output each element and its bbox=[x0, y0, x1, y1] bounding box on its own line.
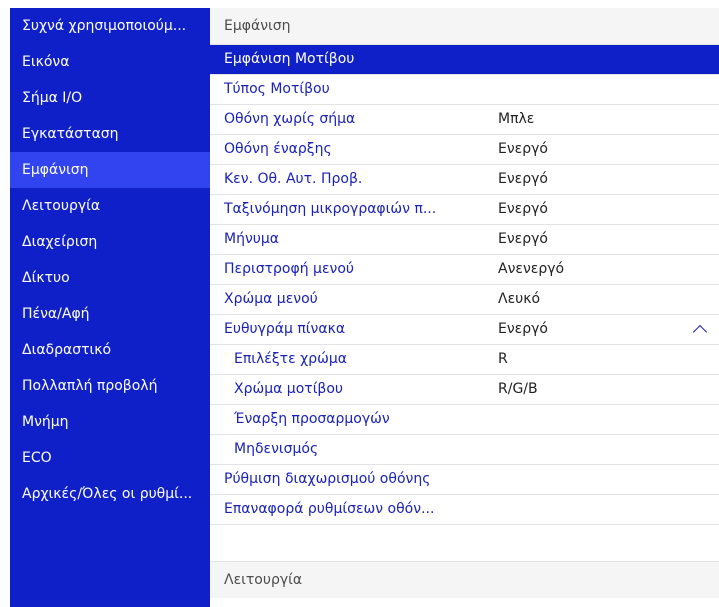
sidebar-item-pen-touch[interactable]: Πένα/Αφή bbox=[10, 296, 210, 332]
row-value: Ανενεργό bbox=[498, 261, 565, 277]
sidebar-item-interactive[interactable]: Διαδραστικό bbox=[10, 332, 210, 368]
sidebar-item-installation[interactable]: Εγκατάσταση bbox=[10, 116, 210, 152]
row-label: Μήνυμα bbox=[224, 231, 280, 247]
row-value: Ενεργό bbox=[498, 201, 548, 217]
row-value: Ενεργό bbox=[498, 141, 548, 157]
row-label: Οθόνη έναρξης bbox=[224, 141, 332, 157]
sidebar-item-operation[interactable]: Λειτουργία bbox=[10, 188, 210, 224]
row-value: Λευκό bbox=[498, 291, 541, 307]
row-value: R bbox=[498, 351, 508, 367]
row-value: R/G/B bbox=[498, 381, 538, 397]
row-reset[interactable]: Μηδενισμός bbox=[210, 435, 719, 465]
sidebar-item-frequently-used[interactable]: Συχνά χρησιμοποιούμ... bbox=[10, 8, 210, 44]
row-label: Περιστροφή μενού bbox=[224, 261, 354, 277]
row-thumbnail-sort[interactable]: Ταξινόμηση μικρογραφιών π... Ενεργό bbox=[210, 195, 719, 225]
sidebar-item-multi-projection[interactable]: Πολλαπλή προβολή bbox=[10, 368, 210, 404]
row-label: Επιλέξτε χρώμα bbox=[234, 351, 347, 367]
settings-list: Εμφάνιση Μοτίβου Τύπος Μοτίβου Οθόνη χωρ… bbox=[210, 45, 719, 525]
settings-panel: Εμφάνιση Εμφάνιση Μοτίβου Τύπος Μοτίβου … bbox=[210, 8, 719, 607]
row-label: Ευθυγράμ πίνακα bbox=[224, 321, 346, 337]
row-label: Χρώμα μενού bbox=[224, 291, 318, 307]
row-startup-screen[interactable]: Οθόνη έναρξης Ενεργό bbox=[210, 135, 719, 165]
row-label: Ταξινόμηση μικρογραφιών π... bbox=[224, 201, 437, 217]
row-label: Οθόνη χωρίς σήμα bbox=[224, 111, 356, 127]
sidebar-menu: Συχνά χρησιμοποιούμ... Εικόνα Σήμα I/O Ε… bbox=[10, 8, 210, 607]
row-split-screen-setting[interactable]: Ρύθμιση διαχωρισμού οθόνης bbox=[210, 465, 719, 495]
sidebar-item-memory[interactable]: Μνήμη bbox=[10, 404, 210, 440]
row-pattern-display[interactable]: Εμφάνιση Μοτίβου bbox=[210, 45, 719, 75]
row-message[interactable]: Μήνυμα Ενεργό bbox=[210, 225, 719, 255]
row-select-color[interactable]: Επιλέξτε χρώμα R bbox=[210, 345, 719, 375]
sidebar-item-network[interactable]: Δίκτυο bbox=[10, 260, 210, 296]
row-no-signal-screen[interactable]: Οθόνη χωρίς σήμα Μπλε bbox=[210, 105, 719, 135]
sidebar-item-initial-all-settings[interactable]: Αρχικές/Όλες οι ρυθμί... bbox=[10, 476, 210, 512]
row-auto-blank-screen[interactable]: Κεν. Οθ. Αυτ. Προβ. Ενεργό bbox=[210, 165, 719, 195]
row-label: Μηδενισμός bbox=[234, 441, 319, 457]
sidebar-item-signal-io[interactable]: Σήμα I/O bbox=[10, 80, 210, 116]
row-value: Ενεργό bbox=[498, 321, 548, 337]
row-pattern-color[interactable]: Χρώμα μοτίβου R/G/B bbox=[210, 375, 719, 405]
row-start-adjustments[interactable]: Έναρξη προσαρμογών bbox=[210, 405, 719, 435]
row-label: Τύπος Μοτίβου bbox=[224, 81, 330, 97]
row-label: Επαναφορά ρυθμίσεων οθόν... bbox=[224, 501, 435, 517]
section-header: Εμφάνιση bbox=[210, 8, 719, 45]
row-menu-color[interactable]: Χρώμα μενού Λευκό bbox=[210, 285, 719, 315]
sidebar-item-management[interactable]: Διαχείριση bbox=[10, 224, 210, 260]
row-label: Κεν. Οθ. Αυτ. Προβ. bbox=[224, 171, 363, 187]
row-label: Εμφάνιση Μοτίβου bbox=[224, 51, 355, 67]
row-reset-display-settings[interactable]: Επαναφορά ρυθμίσεων οθόν... bbox=[210, 495, 719, 525]
sidebar-item-image[interactable]: Εικόνα bbox=[10, 44, 210, 80]
row-value: Ενεργό bbox=[498, 171, 548, 187]
sidebar-item-display[interactable]: Εμφάνιση bbox=[10, 152, 210, 188]
row-value: Μπλε bbox=[498, 111, 535, 127]
sidebar-item-eco[interactable]: ECO bbox=[10, 440, 210, 476]
row-label: Έναρξη προσαρμογών bbox=[234, 411, 390, 427]
row-panel-alignment[interactable]: Ευθυγράμ πίνακα Ενεργό bbox=[210, 315, 719, 345]
next-section-header[interactable]: Λειτουργία bbox=[210, 561, 719, 598]
chevron-up-icon[interactable] bbox=[692, 324, 708, 340]
row-label: Χρώμα μοτίβου bbox=[234, 381, 344, 397]
row-pattern-type[interactable]: Τύπος Μοτίβου bbox=[210, 75, 719, 105]
row-value: Ενεργό bbox=[498, 231, 548, 247]
row-menu-rotation[interactable]: Περιστροφή μενού Ανενεργό bbox=[210, 255, 719, 285]
row-label: Ρύθμιση διαχωρισμού οθόνης bbox=[224, 471, 431, 487]
